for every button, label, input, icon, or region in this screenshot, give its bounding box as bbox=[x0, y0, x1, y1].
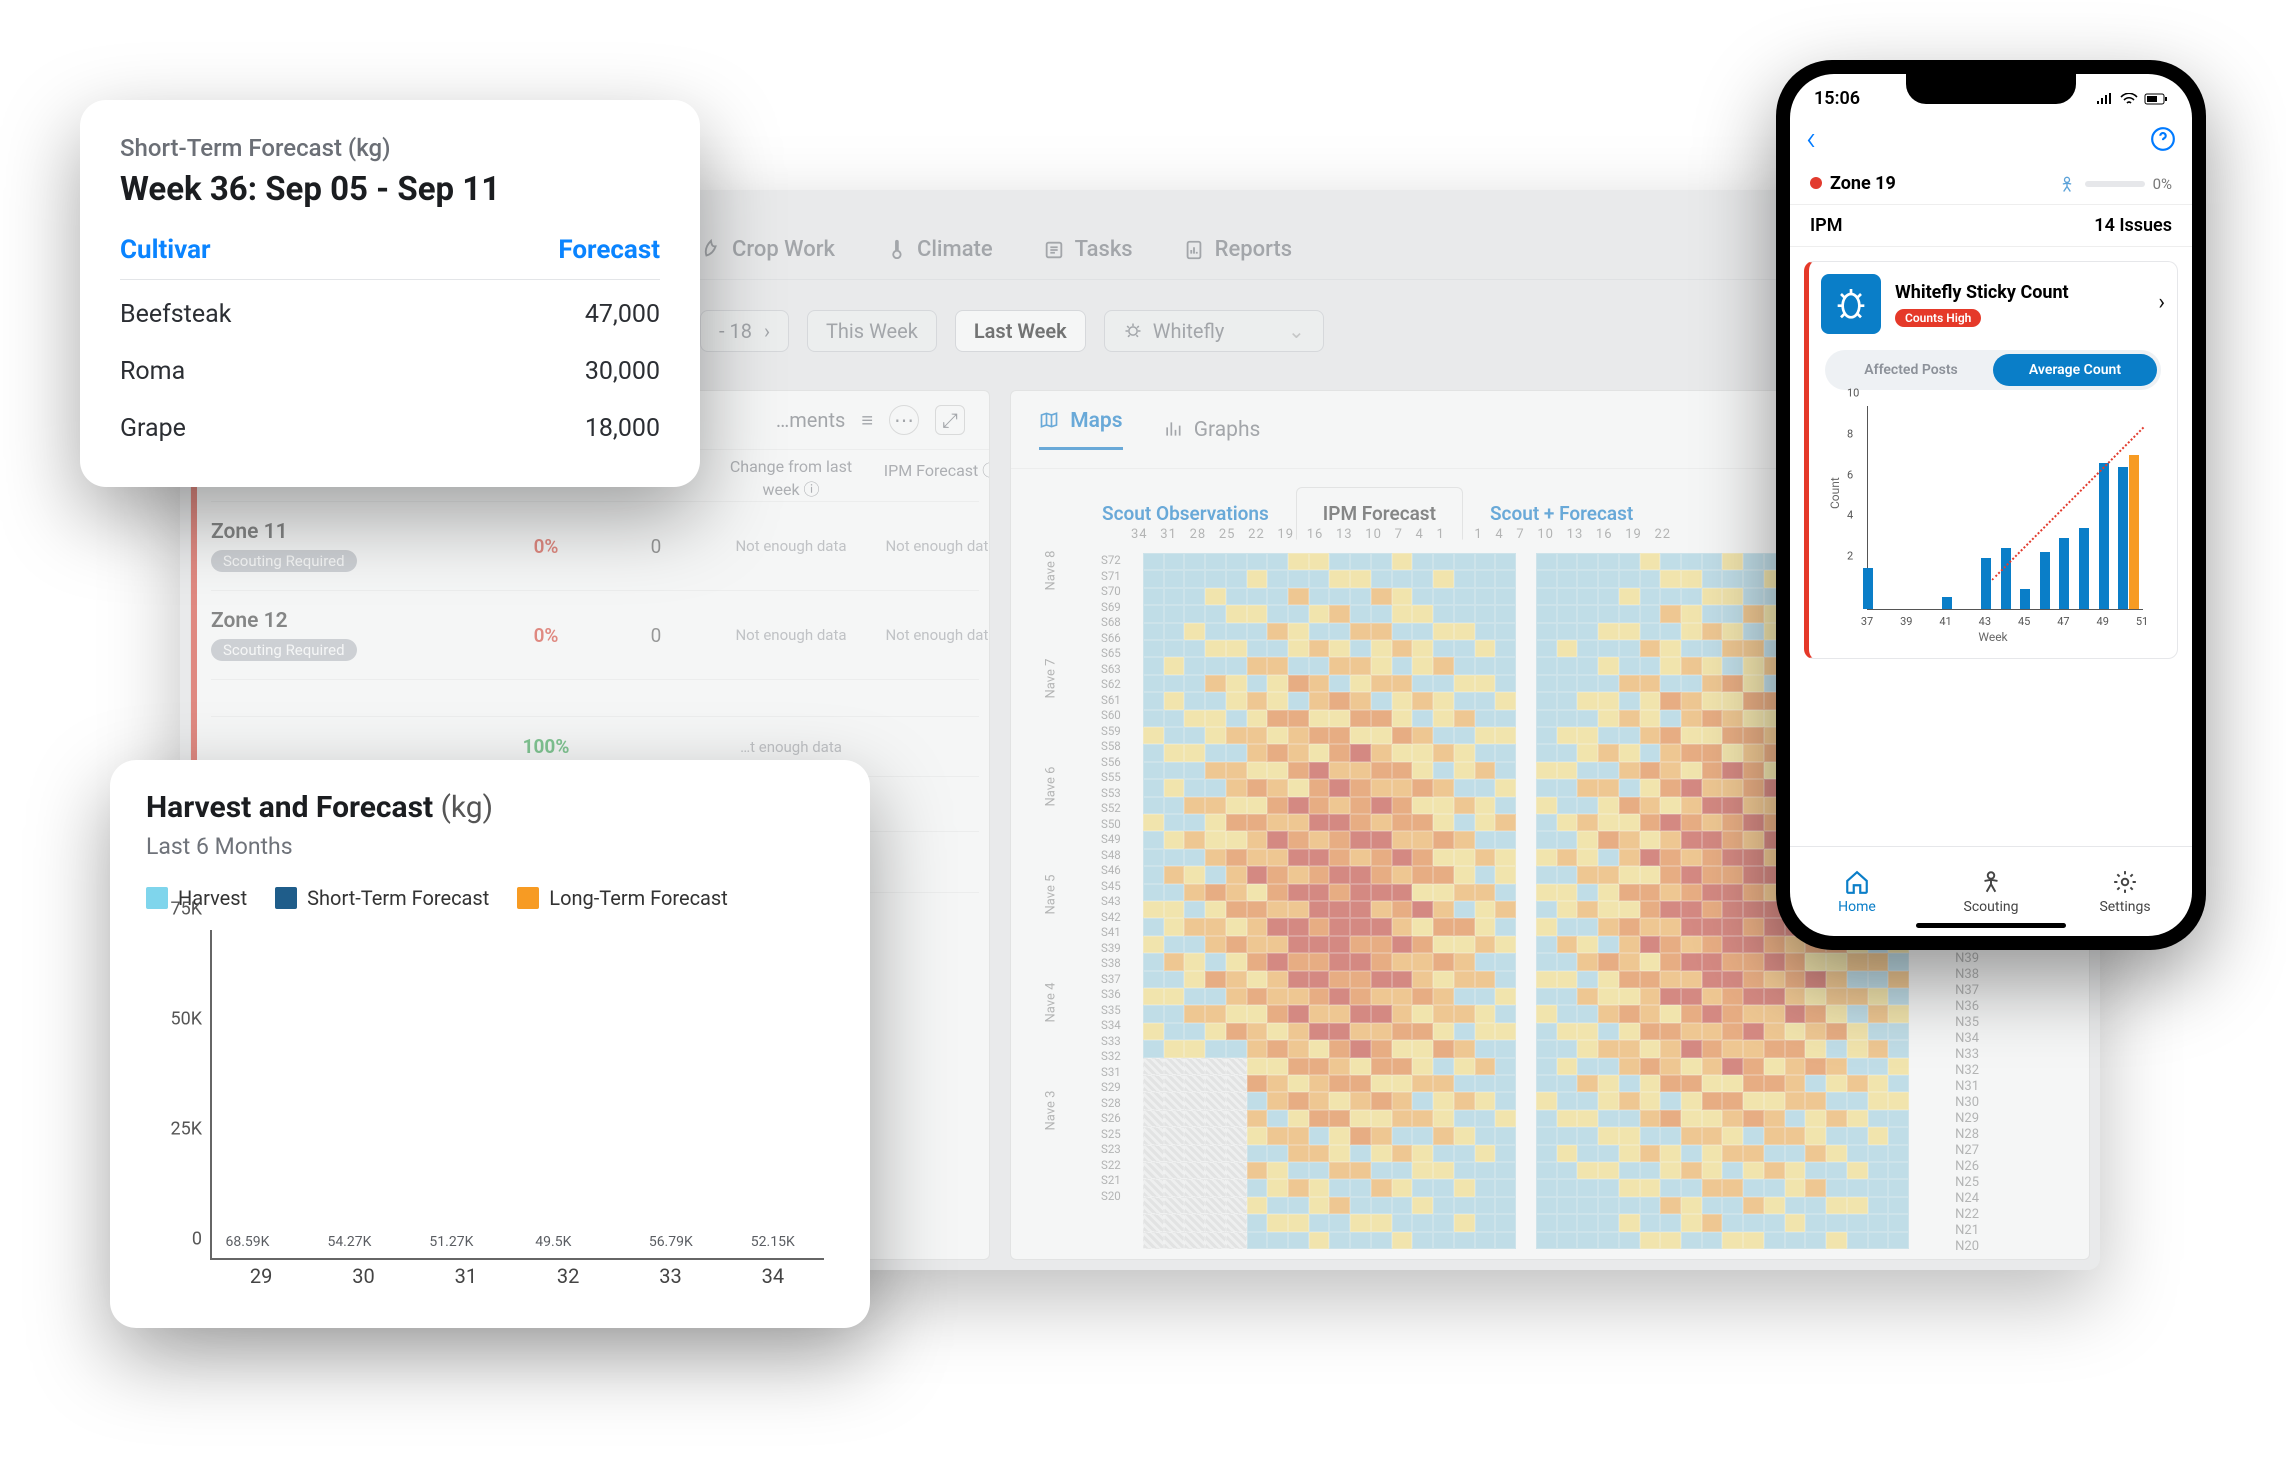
home-indicator bbox=[1916, 923, 2066, 928]
gear-icon bbox=[2112, 869, 2138, 895]
forecast-row: Roma30,000 bbox=[120, 343, 660, 400]
mini-ylabel: Count bbox=[1828, 477, 1842, 509]
chevron-right-icon: › bbox=[2158, 290, 2165, 315]
forecast-title: Week 36: Sep 05 - Sep 11 bbox=[120, 170, 660, 209]
tab-home[interactable]: Home bbox=[1790, 847, 1924, 936]
harvest-chart: 025K50K75K 68.59K54.27K51.27K49.5K56.79K… bbox=[146, 930, 834, 1300]
chart-icon bbox=[1163, 419, 1183, 439]
phone-screen: 15:06 ‹ Zone 19 0% IPM 14 Issues bbox=[1790, 74, 2192, 936]
phone-zone: Zone 19 bbox=[1830, 173, 1896, 194]
scout-icon bbox=[2057, 174, 2077, 194]
this-week-button[interactable]: This Week bbox=[807, 310, 937, 352]
chevron-right-icon: › bbox=[764, 319, 770, 343]
phone-frame: 15:06 ‹ Zone 19 0% IPM 14 Issues bbox=[1776, 60, 2206, 950]
pest-card-title: Whitefly Sticky Count bbox=[1895, 282, 2069, 303]
map-icon bbox=[1039, 410, 1059, 430]
seg-average[interactable]: Average Count bbox=[1993, 354, 2157, 386]
forecast-row: Beefsteak47,000 bbox=[120, 286, 660, 343]
issues-count: 14 Issues bbox=[2094, 215, 2172, 236]
date-range-pill[interactable]: - 18› bbox=[700, 310, 789, 352]
seg-affected[interactable]: Affected Posts bbox=[1829, 354, 1993, 386]
nav-reports-label: Reports bbox=[1215, 237, 1292, 262]
home-icon bbox=[1844, 869, 1870, 895]
segment-control: Affected Posts Average Count bbox=[1825, 350, 2161, 390]
harvest-card: Harvest and Forecast (kg) Last 6 Months … bbox=[110, 760, 870, 1328]
leaf-icon bbox=[700, 239, 722, 261]
nav-climate[interactable]: Climate bbox=[885, 237, 993, 262]
tab-graphs[interactable]: Graphs bbox=[1163, 418, 1261, 442]
phone-nav: ‹ bbox=[1790, 109, 2192, 167]
legend-long: Long-Term Forecast bbox=[517, 886, 728, 910]
forecast-subtitle: Short-Term Forecast (kg) bbox=[120, 134, 660, 162]
nav-tasks-label: Tasks bbox=[1075, 237, 1133, 262]
forecast-col-value: Forecast bbox=[558, 235, 660, 265]
signal-icon bbox=[2096, 93, 2114, 105]
dashboard-controls: - 18› This Week Last Week Whitefly ⌄ bbox=[700, 310, 1324, 352]
last-week-button[interactable]: Last Week bbox=[955, 310, 1086, 352]
legend-short: Short-Term Forecast bbox=[275, 886, 489, 910]
nav-tasks[interactable]: Tasks bbox=[1043, 237, 1133, 262]
pest-card[interactable]: Whitefly Sticky Count Counts High › Affe… bbox=[1804, 261, 2178, 659]
nav-cropwork[interactable]: Crop Work bbox=[700, 237, 835, 262]
bug-icon bbox=[1123, 321, 1143, 341]
list-toggle-icon[interactable]: ≡ bbox=[861, 408, 873, 433]
zone-row[interactable] bbox=[211, 679, 979, 716]
pest-filter[interactable]: Whitefly ⌄ bbox=[1104, 310, 1324, 352]
scouting-icon bbox=[1978, 869, 2004, 895]
phone-zone-row: Zone 19 0% bbox=[1790, 167, 2192, 204]
expand-icon[interactable]: ⤢ bbox=[935, 405, 965, 435]
status-dot-icon bbox=[1810, 177, 1822, 189]
counts-high-badge: Counts High bbox=[1895, 309, 1981, 327]
list-icon bbox=[1043, 239, 1065, 261]
forecast-row: Grape18,000 bbox=[120, 400, 660, 457]
thermometer-icon bbox=[885, 239, 907, 261]
tab-maps[interactable]: Maps bbox=[1039, 409, 1123, 450]
nav-climate-label: Climate bbox=[917, 237, 993, 262]
zone-row[interactable]: Zone 12Scouting Required 0% 0 Not enough… bbox=[211, 590, 979, 679]
nav-reports[interactable]: Reports bbox=[1183, 237, 1292, 262]
harvest-subtitle: Last 6 Months bbox=[146, 833, 834, 860]
forecast-col-cultivar: Cultivar bbox=[120, 235, 211, 265]
mini-xlabel: Week bbox=[1978, 630, 2007, 644]
zone-row[interactable]: Zone 11Scouting Required 0% 0 Not enough… bbox=[211, 501, 979, 590]
phone-time: 15:06 bbox=[1814, 88, 1860, 109]
phone-notch bbox=[1906, 74, 2076, 104]
battery-icon bbox=[2144, 93, 2168, 105]
help-icon[interactable] bbox=[2150, 126, 2176, 152]
harvest-legend: Harvest Short-Term Forecast Long-Term Fo… bbox=[146, 886, 834, 910]
chevron-down-icon: ⌄ bbox=[1288, 319, 1305, 343]
back-button[interactable]: ‹ bbox=[1806, 119, 1816, 159]
nav-cropwork-label: Crop Work bbox=[732, 237, 835, 262]
report-icon bbox=[1183, 239, 1205, 261]
tab-settings[interactable]: Settings bbox=[2058, 847, 2192, 936]
ipm-header: IPM 14 Issues bbox=[1790, 204, 2192, 247]
harvest-title: Harvest and Forecast (kg) bbox=[146, 790, 834, 825]
forecast-card: Short-Term Forecast (kg) Week 36: Sep 05… bbox=[80, 100, 700, 487]
bug-badge-icon bbox=[1821, 274, 1881, 334]
more-icon[interactable]: ⋯ bbox=[889, 405, 919, 435]
s-labels: S72S71S70S69S68S66S65S63S62S61S60S59S58S… bbox=[1101, 553, 1131, 1204]
assignments-label: …ments bbox=[776, 408, 845, 432]
mini-chart: Count 246810 3739414345474951 Week bbox=[1837, 402, 2149, 642]
wifi-icon bbox=[2120, 93, 2138, 105]
divider bbox=[120, 279, 660, 280]
zone-pct: 0% bbox=[2153, 175, 2172, 193]
